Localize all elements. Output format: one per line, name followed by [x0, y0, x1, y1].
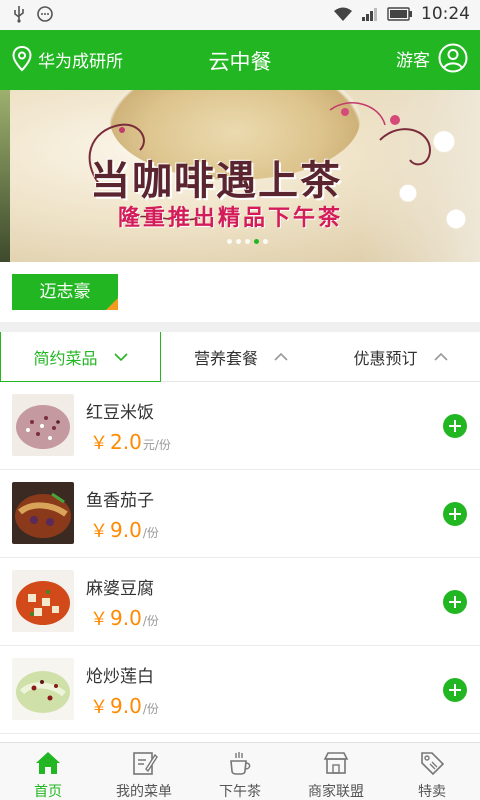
- store-name: 迈志豪: [39, 282, 91, 302]
- dish-list: 红豆米饭 ￥ 2.0 元/份 鱼香茄子 ￥ 9.0 /份 麻婆豆腐 ￥ 9.0 …: [0, 382, 480, 742]
- battery-icon: [387, 7, 412, 21]
- dish-item[interactable]: 鱼香茄子 ￥ 9.0 /份: [0, 470, 480, 558]
- dish-name: 炝炒莲白: [86, 667, 154, 687]
- pager-dot: [236, 239, 241, 244]
- nav-merchant-alliance[interactable]: 商家联盟: [288, 743, 384, 800]
- dish-item[interactable]: 炝炒莲白 ￥ 9.0 /份: [0, 646, 480, 734]
- dish-photo: [12, 394, 74, 456]
- location-selector[interactable]: 华为成研所: [12, 46, 123, 72]
- price-tag-icon: [421, 752, 445, 776]
- app-header: 华为成研所 云中餐 游客: [0, 30, 480, 90]
- chevron-down-icon: [113, 352, 128, 361]
- tab-label: 简约菜品: [33, 348, 98, 368]
- add-to-cart-button[interactable]: [443, 414, 467, 438]
- price-unit: /份: [142, 614, 159, 628]
- price-value: 9.0: [110, 694, 142, 718]
- dish-name: 麻婆豆腐: [86, 579, 154, 599]
- nav-label: 我的菜单: [116, 784, 172, 800]
- store-name-button[interactable]: 迈志豪: [12, 274, 118, 310]
- banner-pager: [227, 239, 268, 244]
- add-to-cart-button[interactable]: [443, 678, 467, 702]
- store-icon: [323, 752, 349, 774]
- pager-dot: [245, 239, 250, 244]
- currency-symbol: ￥: [90, 697, 108, 718]
- store-section: 迈志豪: [0, 262, 480, 322]
- edit-menu-icon: [133, 752, 158, 775]
- status-time: 10:24: [421, 4, 470, 24]
- nav-special-sale[interactable]: 特卖: [384, 743, 480, 800]
- banner-headline: 当咖啡遇上茶: [90, 157, 342, 204]
- usb-icon: [14, 6, 24, 23]
- dish-photo: [12, 658, 74, 720]
- app-screen: 10:24 华为成研所 云中餐 游客 当咖啡遇上茶 隆重推出精品下午茶 迈志豪 …: [0, 0, 480, 800]
- nav-label: 商家联盟: [308, 784, 364, 800]
- price-value: 9.0: [110, 606, 142, 630]
- dish-name: 红豆米饭: [86, 403, 154, 423]
- dish-name: 鱼香茄子: [86, 491, 154, 511]
- banner-subline: 隆重推出精品下午茶: [118, 206, 344, 231]
- dish-photo: [12, 570, 74, 632]
- dish-item[interactable]: 麻婆豆腐 ￥ 9.0 /份: [0, 558, 480, 646]
- tab-simple-dishes[interactable]: 简约菜品: [0, 332, 161, 382]
- price-value: 9.0: [110, 518, 142, 542]
- price-unit: /份: [142, 526, 159, 540]
- tea-cup-icon: [230, 752, 251, 775]
- pager-dot: [263, 239, 268, 244]
- price-value: 2.0: [110, 430, 142, 454]
- add-to-cart-button[interactable]: [443, 502, 467, 526]
- location-label: 华为成研所: [38, 51, 123, 72]
- location-pin-icon: [12, 46, 32, 72]
- dish-price: ￥ 2.0 元/份: [90, 429, 171, 455]
- bottom-navigation: 首页 我的菜单 下午茶 商家联盟 特卖: [0, 742, 480, 800]
- wifi-icon: [334, 7, 352, 21]
- currency-symbol: ￥: [90, 609, 108, 630]
- price-unit: 元/份: [142, 438, 171, 452]
- section-divider: [0, 322, 480, 332]
- dish-price: ￥ 9.0 /份: [90, 517, 159, 543]
- dish-price: ￥ 9.0 /份: [90, 605, 159, 631]
- add-to-cart-button[interactable]: [443, 590, 467, 614]
- user-account-button[interactable]: 游客: [396, 43, 468, 73]
- nav-afternoon-tea[interactable]: 下午茶: [192, 743, 288, 800]
- home-icon: [36, 752, 60, 774]
- chevron-up-icon: [274, 352, 288, 361]
- nav-label: 下午茶: [219, 784, 261, 800]
- nav-home[interactable]: 首页: [0, 743, 96, 800]
- tab-discount-booking[interactable]: 优惠预订: [321, 332, 480, 382]
- category-tabs: 简约菜品 营养套餐 优惠预订: [0, 332, 480, 382]
- dish-photo: [12, 482, 74, 544]
- nav-my-menu[interactable]: 我的菜单: [96, 743, 192, 800]
- pager-dot: [227, 239, 232, 244]
- price-unit: /份: [142, 702, 159, 716]
- signal-icon: [362, 8, 377, 21]
- chevron-up-icon: [433, 352, 448, 361]
- nav-label: 首页: [34, 784, 62, 800]
- user-label: 游客: [396, 50, 430, 71]
- status-bar: 10:24: [0, 0, 480, 30]
- tab-label: 优惠预订: [353, 349, 418, 368]
- currency-symbol: ￥: [90, 433, 108, 454]
- promo-banner[interactable]: 当咖啡遇上茶 隆重推出精品下午茶: [0, 90, 480, 262]
- store-corner-badge: [106, 298, 118, 310]
- tab-nutrition-set[interactable]: 营养套餐: [161, 332, 321, 382]
- tab-label: 营养套餐: [193, 349, 258, 368]
- pager-dot-active: [254, 239, 259, 244]
- currency-symbol: ￥: [90, 521, 108, 542]
- dish-item[interactable]: 红豆米饭 ￥ 2.0 元/份: [0, 382, 480, 470]
- user-avatar-icon: [438, 43, 468, 73]
- messenger-icon: [37, 6, 53, 22]
- dish-price: ￥ 9.0 /份: [90, 693, 159, 719]
- nav-label: 特卖: [418, 784, 446, 800]
